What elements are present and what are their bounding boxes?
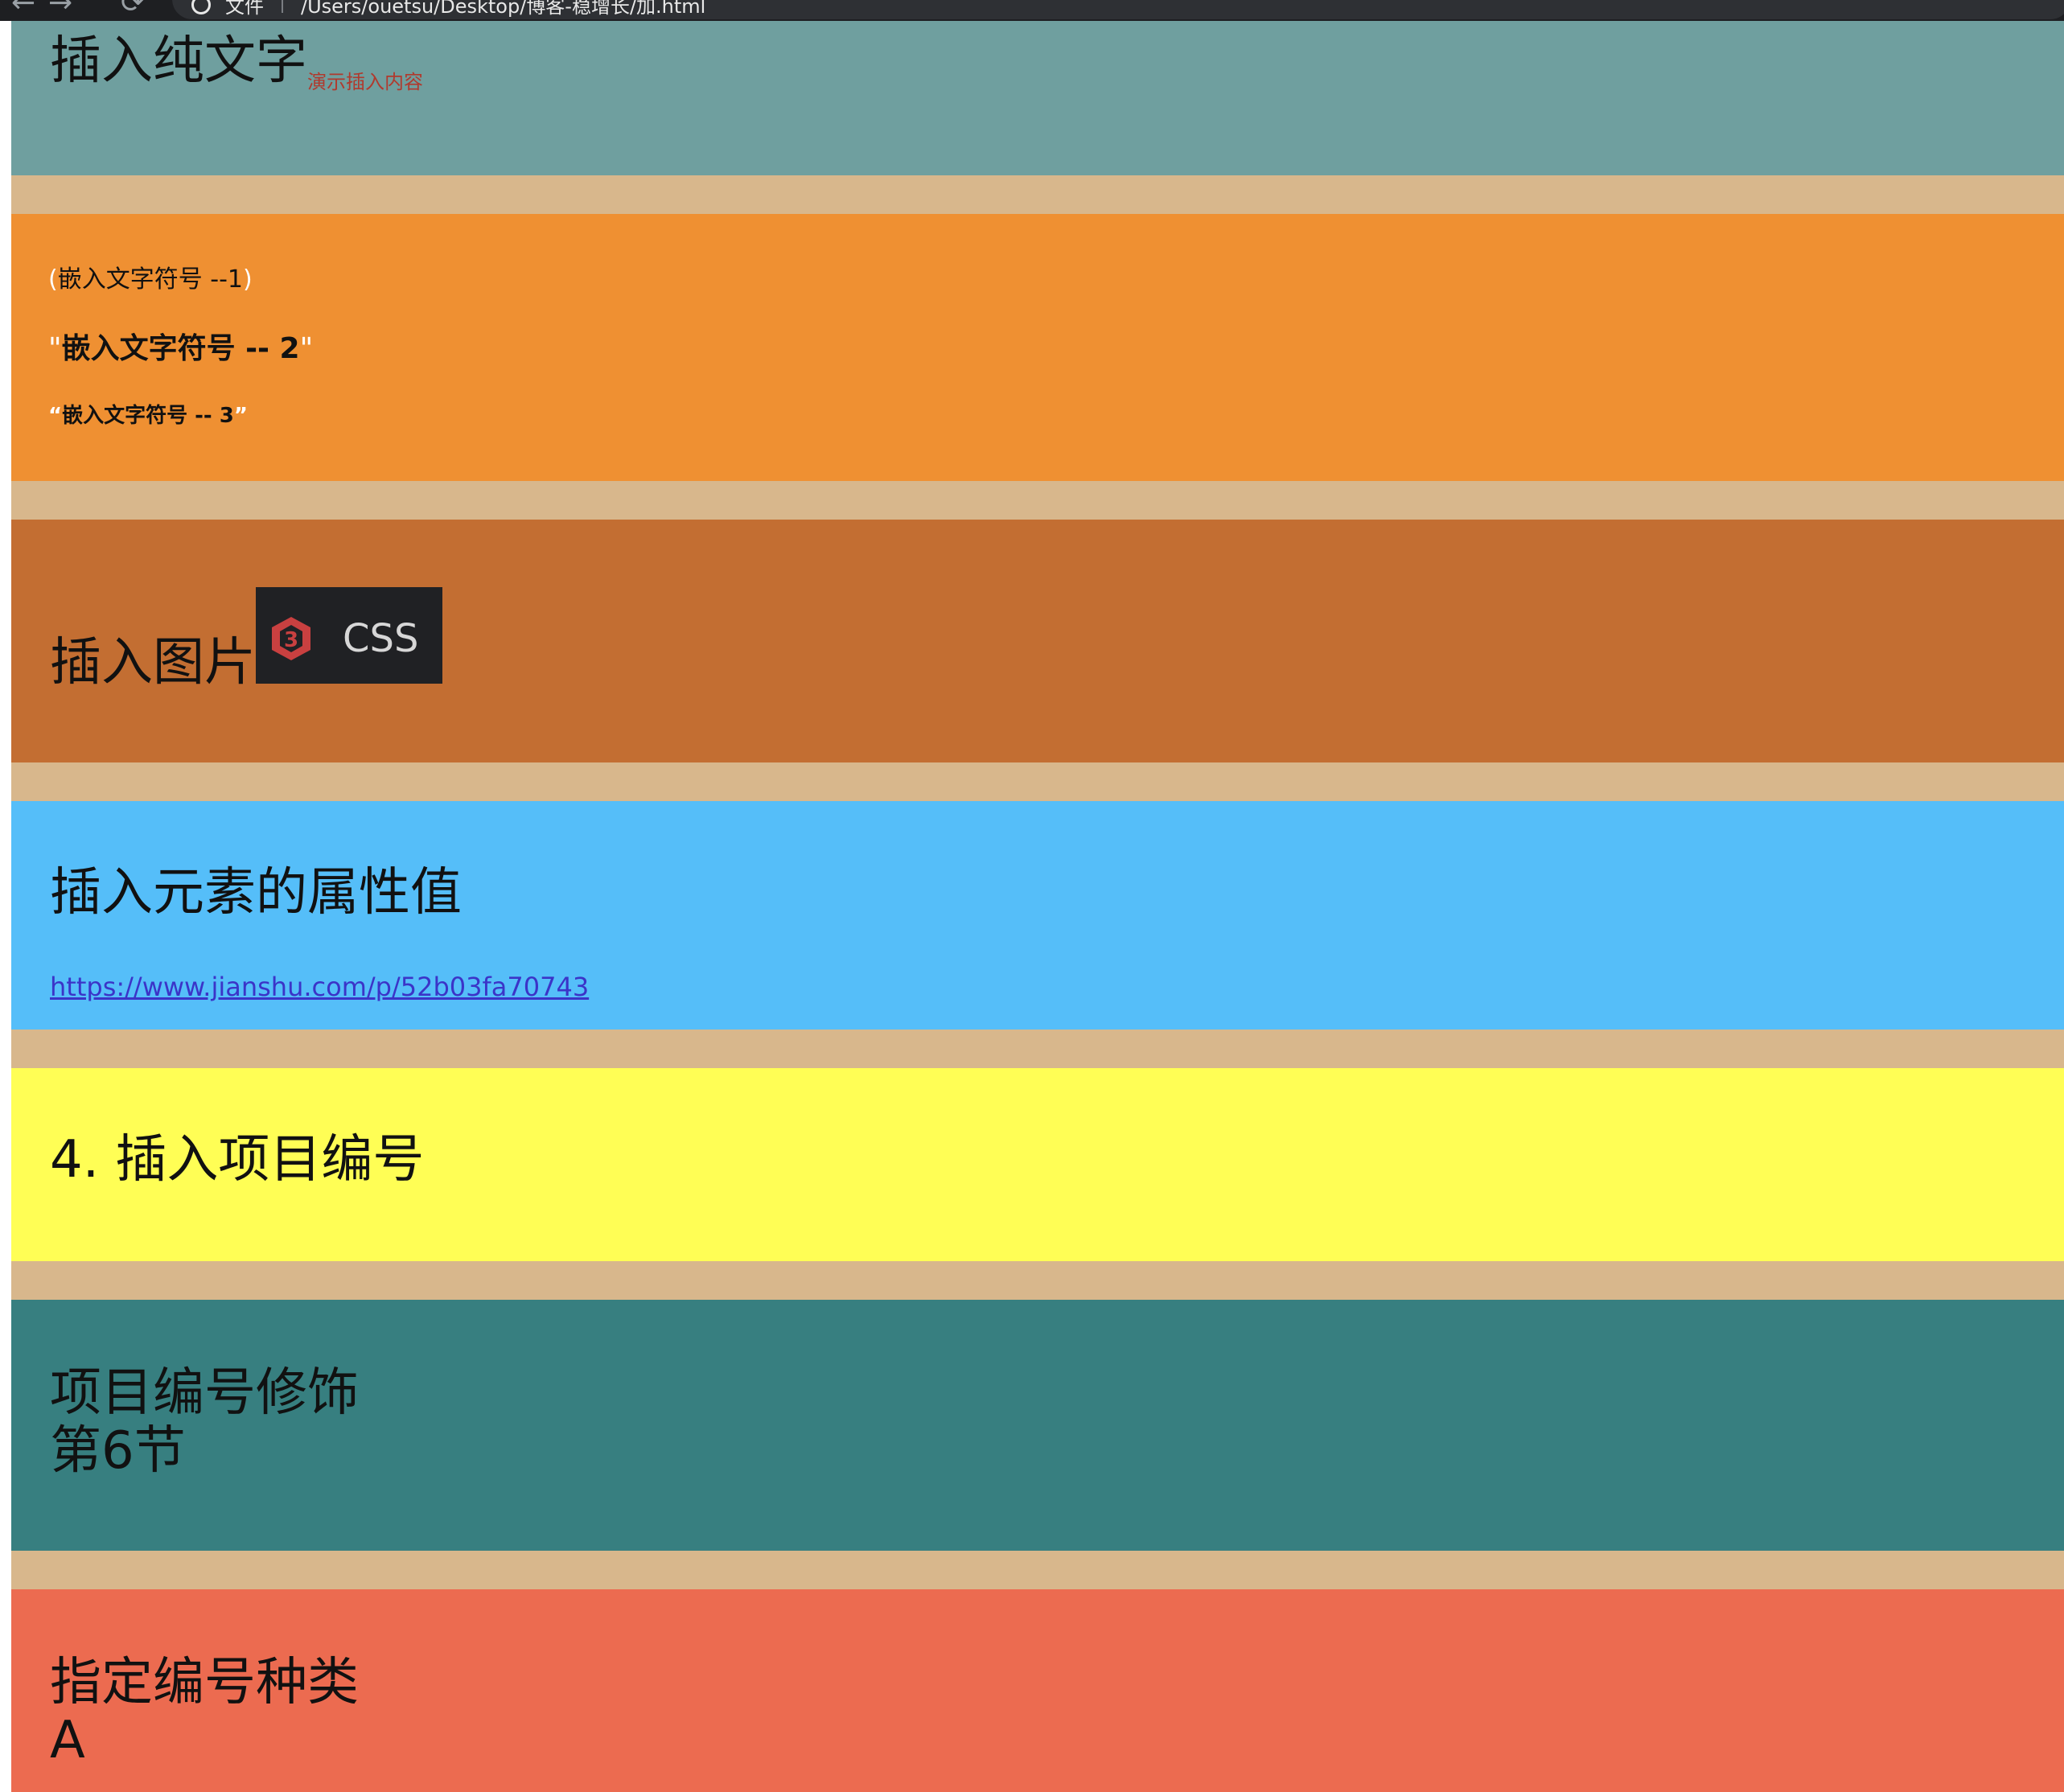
jianshu-link[interactable]: https://www.jianshu.com/p/52b03fa70743 xyxy=(50,972,589,1002)
section-numbering-type: 指定编号种类 A xyxy=(11,1589,2064,1792)
section-title: 插入元素的属性值 xyxy=(50,863,462,923)
quote-line-1: (嵌入文字符号 --1) xyxy=(48,259,253,294)
section-numbering-decoration: 项目编号修饰 第6节 xyxy=(11,1300,2064,1551)
section-attr-value: 插入元素的属性值 https://www.jianshu.com/p/52b03… xyxy=(11,801,2064,1030)
address-separator xyxy=(282,0,283,13)
close-quote: ) xyxy=(243,265,253,294)
quote-text: 嵌入文字符号 -- 3 xyxy=(62,404,234,428)
section-title: 4. 插入项目编号 xyxy=(50,1130,425,1190)
section-quote-symbols: (嵌入文字符号 --1) "嵌入文字符号 -- 2" “嵌入文字符号 -- 3” xyxy=(11,214,2064,481)
quote-line-2: "嵌入文字符号 -- 2" xyxy=(48,325,313,367)
section-title: 指定编号种类 xyxy=(50,1653,359,1712)
left-edge-strip xyxy=(0,21,11,1792)
quote-text: 嵌入文字符号 -- 2 xyxy=(61,332,300,365)
open-quote: " xyxy=(48,332,62,365)
quote-line-3: “嵌入文字符号 -- 3” xyxy=(48,399,248,429)
inserted-image: 3 CSS xyxy=(256,587,442,684)
page-content: 插入纯文字 演示插入内容 (嵌入文字符号 --1) "嵌入文字符号 -- 2" … xyxy=(0,21,2064,1792)
back-icon[interactable]: ← xyxy=(11,0,35,18)
image-caption: CSS xyxy=(343,616,419,661)
address-url[interactable]: /Users/ouetsu/Desktop/博客-稳增长/加.html xyxy=(301,0,705,18)
open-quote: ( xyxy=(48,265,58,294)
section-numbering: 4. 插入项目编号 xyxy=(11,1068,2064,1261)
section-insert-text: 插入纯文字 演示插入内容 xyxy=(11,21,2064,175)
css3-logo-icon: 3 xyxy=(272,617,310,660)
section-counter: 第6节 xyxy=(50,1421,186,1481)
section-insert-image: 插入图片 3 CSS xyxy=(11,520,2064,762)
quote-text: 嵌入文字符号 --1 xyxy=(57,265,243,294)
address-label: 文件 xyxy=(225,0,264,18)
close-quote: " xyxy=(299,332,314,365)
forward-icon[interactable]: → xyxy=(48,0,72,18)
section-title: 项目编号修饰 xyxy=(50,1363,359,1423)
section-title: 插入纯文字 xyxy=(50,31,307,91)
svg-text:3: 3 xyxy=(284,628,298,652)
inserted-content: 演示插入内容 xyxy=(307,71,423,93)
close-quote: ” xyxy=(233,404,248,428)
reload-icon[interactable]: ⟳ xyxy=(121,0,145,18)
address-bar[interactable]: 文件 /Users/ouetsu/Desktop/博客-稳增长/加.html xyxy=(172,0,2064,19)
section-title: 插入图片 xyxy=(50,633,256,693)
open-quote: “ xyxy=(48,404,63,428)
browser-toolbar: ← → ⟳ 文件 /Users/ouetsu/Desktop/博客-稳增长/加.… xyxy=(0,0,2064,21)
section-counter: A xyxy=(50,1711,85,1770)
info-icon[interactable] xyxy=(191,0,211,14)
